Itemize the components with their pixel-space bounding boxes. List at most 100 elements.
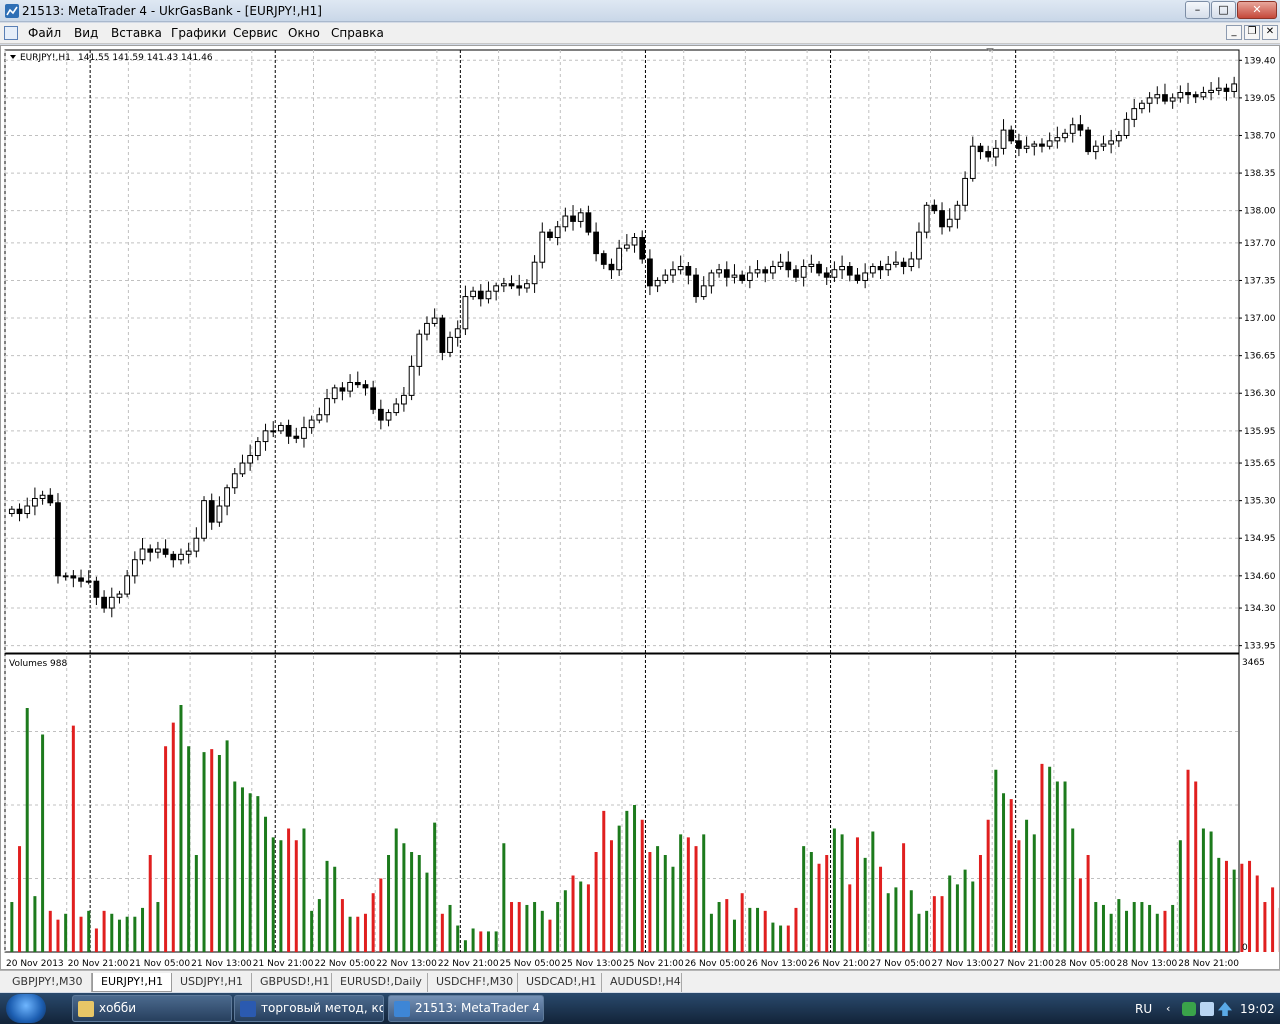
bear-candle [377,408,384,421]
bear-candle [762,269,769,274]
bull-candle [1108,140,1115,145]
menu-window[interactable]: Окно [288,26,320,40]
time-tick-label: 21 Nov 13:00 [191,959,252,969]
price-tick-label: 138.35 [1244,169,1276,179]
bear-candle [1039,143,1045,147]
window-title: 21513: MetaTrader 4 - UkrGasBank - [EURJ… [22,4,322,18]
price-tick-label: 134.95 [1244,534,1276,544]
chart-tabs: GBPJPY!,M30 EURJPY!,H1 USDJPY!,H1 GBPUSD!,H… [0,970,1280,992]
bull-candle [447,336,453,353]
time-tick-label: 22 Nov 13:00 [376,959,437,969]
bull-candle [962,177,968,206]
bear-candle [846,266,853,276]
bull-candle [424,322,430,335]
bull-candle [393,403,400,414]
bull-candle [62,575,69,578]
bull-candle [139,548,146,561]
symbol-label: EURJPY!,H1 [20,53,71,63]
bull-candle [247,455,254,464]
chart-window-icon[interactable] [4,26,18,40]
bull-candle [385,412,392,421]
menu-tools[interactable]: Сервис [233,26,278,40]
tab-eurusd-daily[interactable]: EURUSD!,Daily [332,973,428,992]
tab-audusd-h4[interactable]: AUDUSD!,H4 [602,973,682,992]
price-chart[interactable]: 139.40 139.05 138.70 138.35 138.00 137.70 137.… [1,46,1279,969]
bull-candle [777,261,784,268]
menu-view[interactable]: Вид [74,26,98,40]
menu-file[interactable]: Файл [28,26,61,40]
mdi-close-button[interactable]: ✕ [1262,25,1278,40]
bull-candle [1177,92,1184,99]
word-icon [240,1001,256,1017]
time-tick-label: 21 Nov 05:00 [129,959,190,969]
bull-candle [308,419,315,429]
time-tick-label: 22 Nov 05:00 [315,959,376,969]
tab-eurjpy-h1[interactable]: EURJPY!,H1 [92,973,172,992]
bull-candle [1169,97,1176,102]
bear-candle [1223,87,1230,92]
price-tick-label: 137.00 [1244,314,1276,324]
bull-candle [923,204,930,233]
menu-charts[interactable]: Графики [171,26,226,40]
bull-candle [662,274,669,281]
close-button[interactable]: ✕ [1237,1,1277,19]
time-tick-label: 25 Nov 13:00 [561,959,622,969]
volume-axis-max: 3465 [1242,658,1265,668]
bull-candle [8,508,15,515]
tray-chevron-icon[interactable]: ‹ [1166,1002,1180,1016]
menu-insert[interactable]: Вставка [111,26,162,40]
bear-candle [47,494,54,504]
bear-candle [693,274,699,298]
bull-candle [24,505,31,515]
bull-candle [1100,143,1107,147]
tab-usdchf-m30[interactable]: USDCHF!,M30 [428,973,518,992]
tab-usdjpy-h1[interactable]: USDJPY!,H1 [172,973,252,992]
start-button[interactable] [6,994,46,1023]
bear-candle [508,283,515,287]
bull-candle [124,575,131,595]
bull-candle [239,462,246,475]
bear-candle [147,548,154,553]
tray-network-icon[interactable] [1200,1002,1214,1016]
bear-candle [439,317,446,353]
mdi-minimize-button[interactable]: _ [1226,25,1242,40]
minimize-button[interactable]: – [1185,1,1210,19]
tab-gbpjpy-m30[interactable]: GBPJPY!,M30 [4,973,92,992]
bull-candle [262,430,269,443]
bull-candle [770,266,776,274]
bull-candle [131,559,138,577]
bear-candle [93,580,100,598]
taskbar-item-word[interactable]: торговый метод, ко... [234,995,384,1022]
bull-candle [869,266,876,274]
time-tick-label: 20 Nov 2013 [6,959,64,969]
bull-candle [677,266,684,271]
mdi-restore-button[interactable]: ❐ [1244,25,1260,40]
language-indicator[interactable]: RU [1135,1002,1152,1016]
bull-candle [1139,102,1145,110]
bull-candle [178,553,184,561]
bear-candle [877,266,884,271]
bear-candle [639,237,646,260]
maximize-button[interactable]: □ [1211,1,1236,19]
tab-usdcad-h1[interactable]: USDCAD!,H1 [518,973,602,992]
bull-candle [155,548,161,553]
taskbar-item-label: хобби [99,1001,137,1015]
bull-candle [1231,83,1238,92]
bull-candle [631,237,638,246]
bull-candle [531,261,538,285]
tab-gbpusd-h1[interactable]: GBPUSD!,H1 [252,973,332,992]
price-tick-label: 136.65 [1244,352,1276,362]
chart-window[interactable]: 139.40 139.05 138.70 138.35 138.00 137.70 137.… [0,45,1280,970]
menu-help[interactable]: Справка [331,26,384,40]
tray-update-icon[interactable] [1218,1002,1232,1016]
bear-candle [70,575,77,579]
bull-candle [224,487,230,507]
taskbar-item-metatrader[interactable]: 21513: MetaTrader 4 ... [388,995,544,1022]
bull-candle [1031,143,1038,147]
bull-candle [670,269,676,276]
bull-candle [201,500,207,539]
taskbar-item-folder[interactable]: хобби [72,995,232,1022]
price-tick-label: 134.60 [1244,572,1276,582]
bear-candle [785,261,792,271]
tray-antivirus-icon[interactable] [1182,1002,1196,1016]
